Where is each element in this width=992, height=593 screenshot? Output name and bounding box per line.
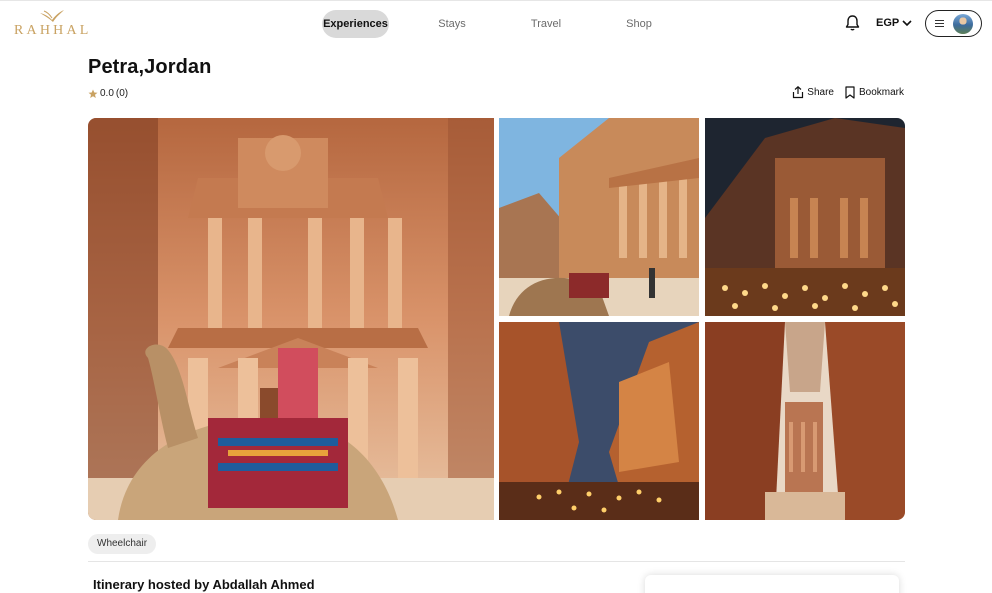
share-button[interactable]: Share: [792, 86, 834, 99]
bookmark-button[interactable]: Bookmark: [844, 86, 904, 99]
listing-actions: Share Bookmark: [792, 86, 904, 99]
siq-canyon-image: [705, 322, 905, 520]
booking-card: [645, 575, 899, 593]
user-avatar: [953, 14, 973, 34]
top-navigation-bar: RAHHAL Experiences Stays Travel Shop EGP: [0, 0, 992, 44]
bookmark-icon: [845, 86, 855, 99]
gallery-photo-main[interactable]: [88, 118, 494, 520]
gallery-photo-5[interactable]: [705, 322, 905, 520]
nav-experiences[interactable]: Experiences: [322, 10, 389, 38]
nav-travel[interactable]: Travel: [522, 10, 570, 38]
nav-stays[interactable]: Stays: [430, 10, 474, 38]
bird-logo-icon: [40, 10, 64, 22]
bell-icon[interactable]: [844, 14, 861, 32]
gallery-photo-2[interactable]: [499, 118, 699, 316]
host-heading: Itinerary hosted by Abdallah Ahmed: [93, 577, 315, 592]
bookmark-label: Bookmark: [858, 87, 904, 98]
hamburger-icon: [935, 20, 944, 27]
review-count: (0): [115, 88, 129, 99]
rahhal-logo[interactable]: RAHHAL: [14, 9, 94, 39]
canyon-night-lights-image: [499, 322, 699, 520]
photo-gallery: [88, 118, 905, 520]
treasury-night-candles-image: [705, 118, 905, 316]
chevron-down-icon: [902, 20, 912, 27]
star-icon: [88, 89, 98, 98]
currency-label: EGP: [876, 17, 900, 29]
profile-menu-button[interactable]: [925, 10, 982, 37]
rating-summary: 0.0 (0): [88, 88, 128, 99]
gallery-photo-3[interactable]: [705, 118, 905, 316]
treasury-camel-image: [88, 118, 494, 520]
rating-value: 0.0: [100, 88, 114, 99]
page-title: Petra,Jordan: [88, 56, 212, 78]
currency-selector[interactable]: EGP: [876, 15, 912, 31]
wheelchair-accessible-tag: Wheelchair: [88, 534, 157, 554]
section-divider: [88, 561, 905, 562]
brand-name: RAHHAL: [14, 23, 92, 38]
treasury-daytime-image: [499, 118, 699, 316]
share-icon: [793, 86, 804, 99]
share-label: Share: [807, 87, 834, 98]
nav-shop[interactable]: Shop: [617, 10, 661, 38]
gallery-photo-4[interactable]: [499, 322, 699, 520]
